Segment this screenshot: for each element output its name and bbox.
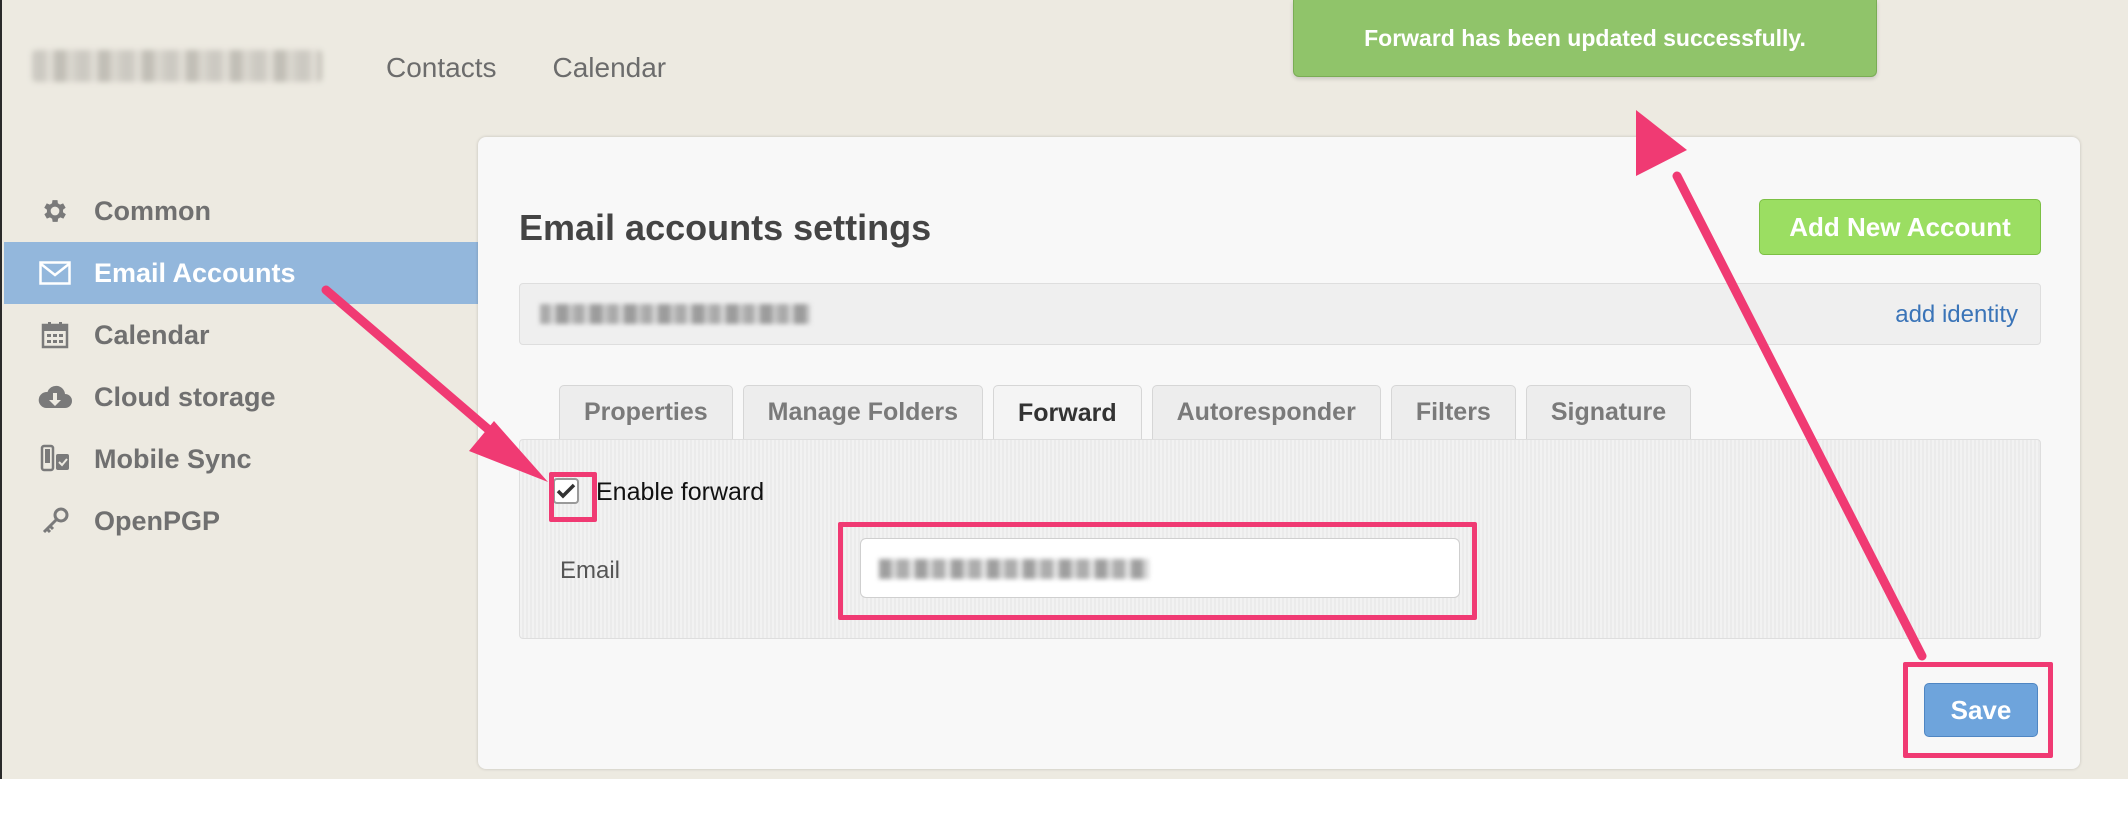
sidebar-item-email-accounts[interactable]: Email Accounts [4,242,478,304]
nav-contacts-link[interactable]: Contacts [386,52,497,84]
tab-forward[interactable]: Forward [993,385,1142,441]
success-toast: Forward has been updated successfully. [1293,0,1877,77]
nav-calendar-link[interactable]: Calendar [553,52,667,84]
tab-filters[interactable]: Filters [1390,385,1516,439]
app-window: Contacts Calendar Common Email Accounts … [0,0,2128,779]
sidebar-item-label: OpenPGP [94,505,221,536]
account-email-redacted [540,304,810,324]
sidebar-item-mobile-sync[interactable]: Mobile Sync [4,428,478,490]
forward-tab-content: Enable forward Email [519,439,2041,639]
sidebar-item-openpgp[interactable]: OpenPGP [4,490,478,552]
gear-icon [38,194,72,228]
envelope-icon [38,256,72,290]
sidebar-item-label: Email Accounts [94,257,296,288]
logo-redacted [32,50,322,82]
save-button[interactable]: Save [1924,683,2038,737]
cloud-download-icon [38,380,72,414]
mobile-sync-icon [38,442,72,476]
forward-email-redacted [879,559,1149,579]
sidebar-item-common[interactable]: Common [4,180,478,242]
settings-sidebar: Common Email Accounts Calendar Cloud sto… [4,180,478,552]
tab-signature[interactable]: Signature [1525,385,1692,439]
tab-autoresponder[interactable]: Autoresponder [1151,385,1381,439]
account-tabs: Properties Manage Folders Forward Autore… [559,385,1692,441]
enable-forward-checkbox[interactable] [553,478,579,504]
key-icon [38,504,72,538]
sidebar-item-label: Cloud storage [94,381,276,412]
settings-panel: Email accounts settings Add New Account … [478,137,2080,769]
sidebar-item-label: Calendar [94,319,210,350]
add-new-account-button[interactable]: Add New Account [1759,199,2041,255]
email-label: Email [560,557,621,584]
add-identity-link[interactable]: add identity [1895,301,2018,329]
account-row[interactable]: add identity [519,283,2041,345]
forward-email-input[interactable] [860,538,1460,598]
sidebar-item-label: Mobile Sync [94,443,252,474]
sidebar-item-label: Common [94,195,211,226]
sidebar-item-cloud-storage[interactable]: Cloud storage [4,366,478,428]
top-nav: Contacts Calendar [386,52,666,84]
sidebar-item-calendar[interactable]: Calendar [4,304,478,366]
tab-manage-folders[interactable]: Manage Folders [742,385,983,439]
calendar-icon [38,318,72,352]
checkmark-icon [556,483,576,499]
enable-forward-label[interactable]: Enable forward [596,478,764,507]
tab-properties[interactable]: Properties [559,385,733,439]
page-title: Email accounts settings [519,207,932,248]
